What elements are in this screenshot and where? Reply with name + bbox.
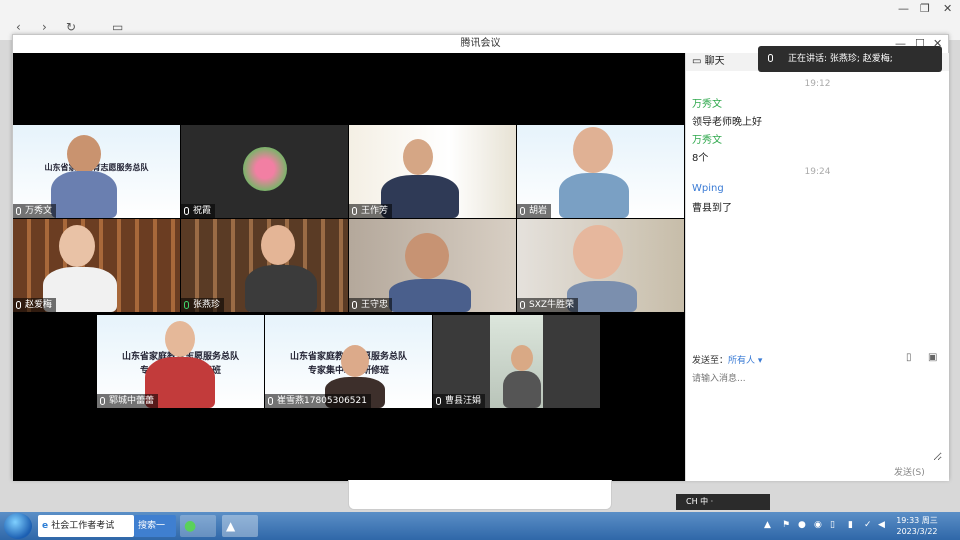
video-gallery: 山东省家庭教育志愿服务总队 万秀文 祝霞 王作芳 胡岩 赵爱梅 张燕珍 王守忠 … <box>13 53 685 481</box>
mic-icon <box>16 301 21 309</box>
video-tile[interactable]: 祝霞 <box>181 125 348 218</box>
mic-icon <box>520 207 525 215</box>
volume-icon[interactable]: ◀ <box>878 520 888 530</box>
participant-label: 祝霞 <box>181 204 216 218</box>
video-tile[interactable]: 王守忠 <box>349 219 516 312</box>
mic-icon <box>268 397 273 405</box>
mic-icon <box>352 207 357 215</box>
tray-meeting-icon[interactable]: ▲ <box>764 520 774 530</box>
chat-time: 19:12 <box>804 79 831 89</box>
video-tile[interactable]: 山东省家庭教育志愿服务总队 万秀文 <box>13 125 180 218</box>
chat-input[interactable] <box>692 371 942 461</box>
chat-time: 19:24 <box>804 167 831 177</box>
chat-message: 8个 <box>692 153 709 164</box>
tab-icon[interactable]: ▭ <box>112 20 123 34</box>
participant-label: 万秀文 <box>13 204 57 218</box>
mic-icon <box>520 301 525 309</box>
mic-icon <box>436 397 441 405</box>
wechat-icon[interactable]: ● <box>180 515 216 537</box>
participant-label: 崔雪燕17805306521 <box>265 394 371 408</box>
mic-icon <box>100 397 105 405</box>
ie-icon: e <box>42 521 52 531</box>
mic-icon <box>184 301 189 309</box>
minimize-icon[interactable]: — <box>898 2 909 15</box>
tray-app-icon[interactable]: ● <box>798 520 808 530</box>
tray-security-icon[interactable]: ✓ <box>864 520 874 530</box>
participant-label: 张燕珍 <box>181 298 225 312</box>
mic-icon <box>16 207 21 215</box>
video-tile[interactable]: 山东省家庭教育志愿服务总队 专家集中培训研修班 崔雪燕17805306521 <box>265 315 432 408</box>
mic-icon <box>768 54 773 62</box>
taskbar: e 社会工作者考试 搜索一下 ● ▲ ▲ ⚑ ● ◉ ▯ ▮ ✓ ◀ 19:33… <box>0 512 960 540</box>
refresh-icon[interactable]: ↻ <box>66 20 76 34</box>
speaking-indicator: 正在讲话: 张燕珍; 赵爱梅; <box>758 46 942 72</box>
taskbar-item[interactable]: e 社会工作者考试 <box>38 515 134 537</box>
tray-flag-icon[interactable]: ⚑ <box>782 520 792 530</box>
meeting-app-icon[interactable]: ▲ <box>222 515 258 537</box>
search-button[interactable]: 搜索一下 <box>134 515 176 537</box>
network-icon[interactable]: ▮ <box>848 520 858 530</box>
chat-panel: ▭ 聊天 19:12 万秀文 领导老师晚上好 万秀文 8个 19:24 Wpin… <box>685 53 949 481</box>
participant-label: 曹县汪娟 <box>433 394 486 408</box>
participant-label: 王作芳 <box>349 204 393 218</box>
forward-icon[interactable]: › <box>42 20 47 34</box>
chat-sender: Wping <box>692 183 724 194</box>
participant-label: 王守忠 <box>349 298 393 312</box>
save-icon[interactable]: ▣ <box>928 352 937 363</box>
chat-icon: ▭ <box>692 56 705 67</box>
video-tile[interactable]: 赵爱梅 <box>13 219 180 312</box>
video-tile[interactable]: 曹县汪娟 <box>433 315 600 408</box>
participant-label: 郓城中蕾蕾 <box>97 394 159 408</box>
close-icon[interactable]: ✕ <box>943 2 952 15</box>
back-icon[interactable]: ‹ <box>16 20 21 34</box>
chat-sender: 万秀文 <box>692 135 722 146</box>
browser-panel <box>348 480 612 510</box>
mic-icon <box>352 301 357 309</box>
video-tile[interactable]: SXZ牛胜荣 <box>517 219 684 312</box>
video-tile[interactable]: 胡岩 <box>517 125 684 218</box>
chat-message: 曹县到了 <box>692 203 732 214</box>
video-tile[interactable]: 王作芳 <box>349 125 516 218</box>
tray-device-icon[interactable]: ▯ <box>830 520 840 530</box>
video-tile[interactable]: 山东省家庭教育志愿服务总队 专家集中培训研修班 郓城中蕾蕾 <box>97 315 264 408</box>
ime-bar[interactable]: CH 中 · <box>676 494 770 510</box>
chat-sender: 万秀文 <box>692 99 722 110</box>
start-button[interactable] <box>4 513 32 539</box>
tray-wechat-icon[interactable]: ◉ <box>814 520 824 530</box>
restore-icon[interactable]: ❐ <box>920 2 930 15</box>
avatar <box>243 147 287 191</box>
folder-icon[interactable]: ▯ <box>906 352 912 363</box>
participant-label: 赵爱梅 <box>13 298 57 312</box>
mic-icon <box>184 207 189 215</box>
participant-label: 胡岩 <box>517 204 552 218</box>
send-button[interactable]: 发送(S) <box>894 465 925 478</box>
send-to[interactable]: 发送至：所有人 ▾ <box>692 353 762 366</box>
participant-label: SXZ牛胜荣 <box>517 298 579 312</box>
meeting-window: 腾讯会议 — ☐ ✕ 山东省家庭教育志愿服务总队 万秀文 祝霞 王作芳 胡岩 赵… <box>12 34 949 481</box>
clock[interactable]: 19:33 周三 2023/3/22 <box>892 515 942 537</box>
chat-message: 领导老师晚上好 <box>692 117 762 128</box>
video-tile[interactable]: 张燕珍 <box>181 219 348 312</box>
